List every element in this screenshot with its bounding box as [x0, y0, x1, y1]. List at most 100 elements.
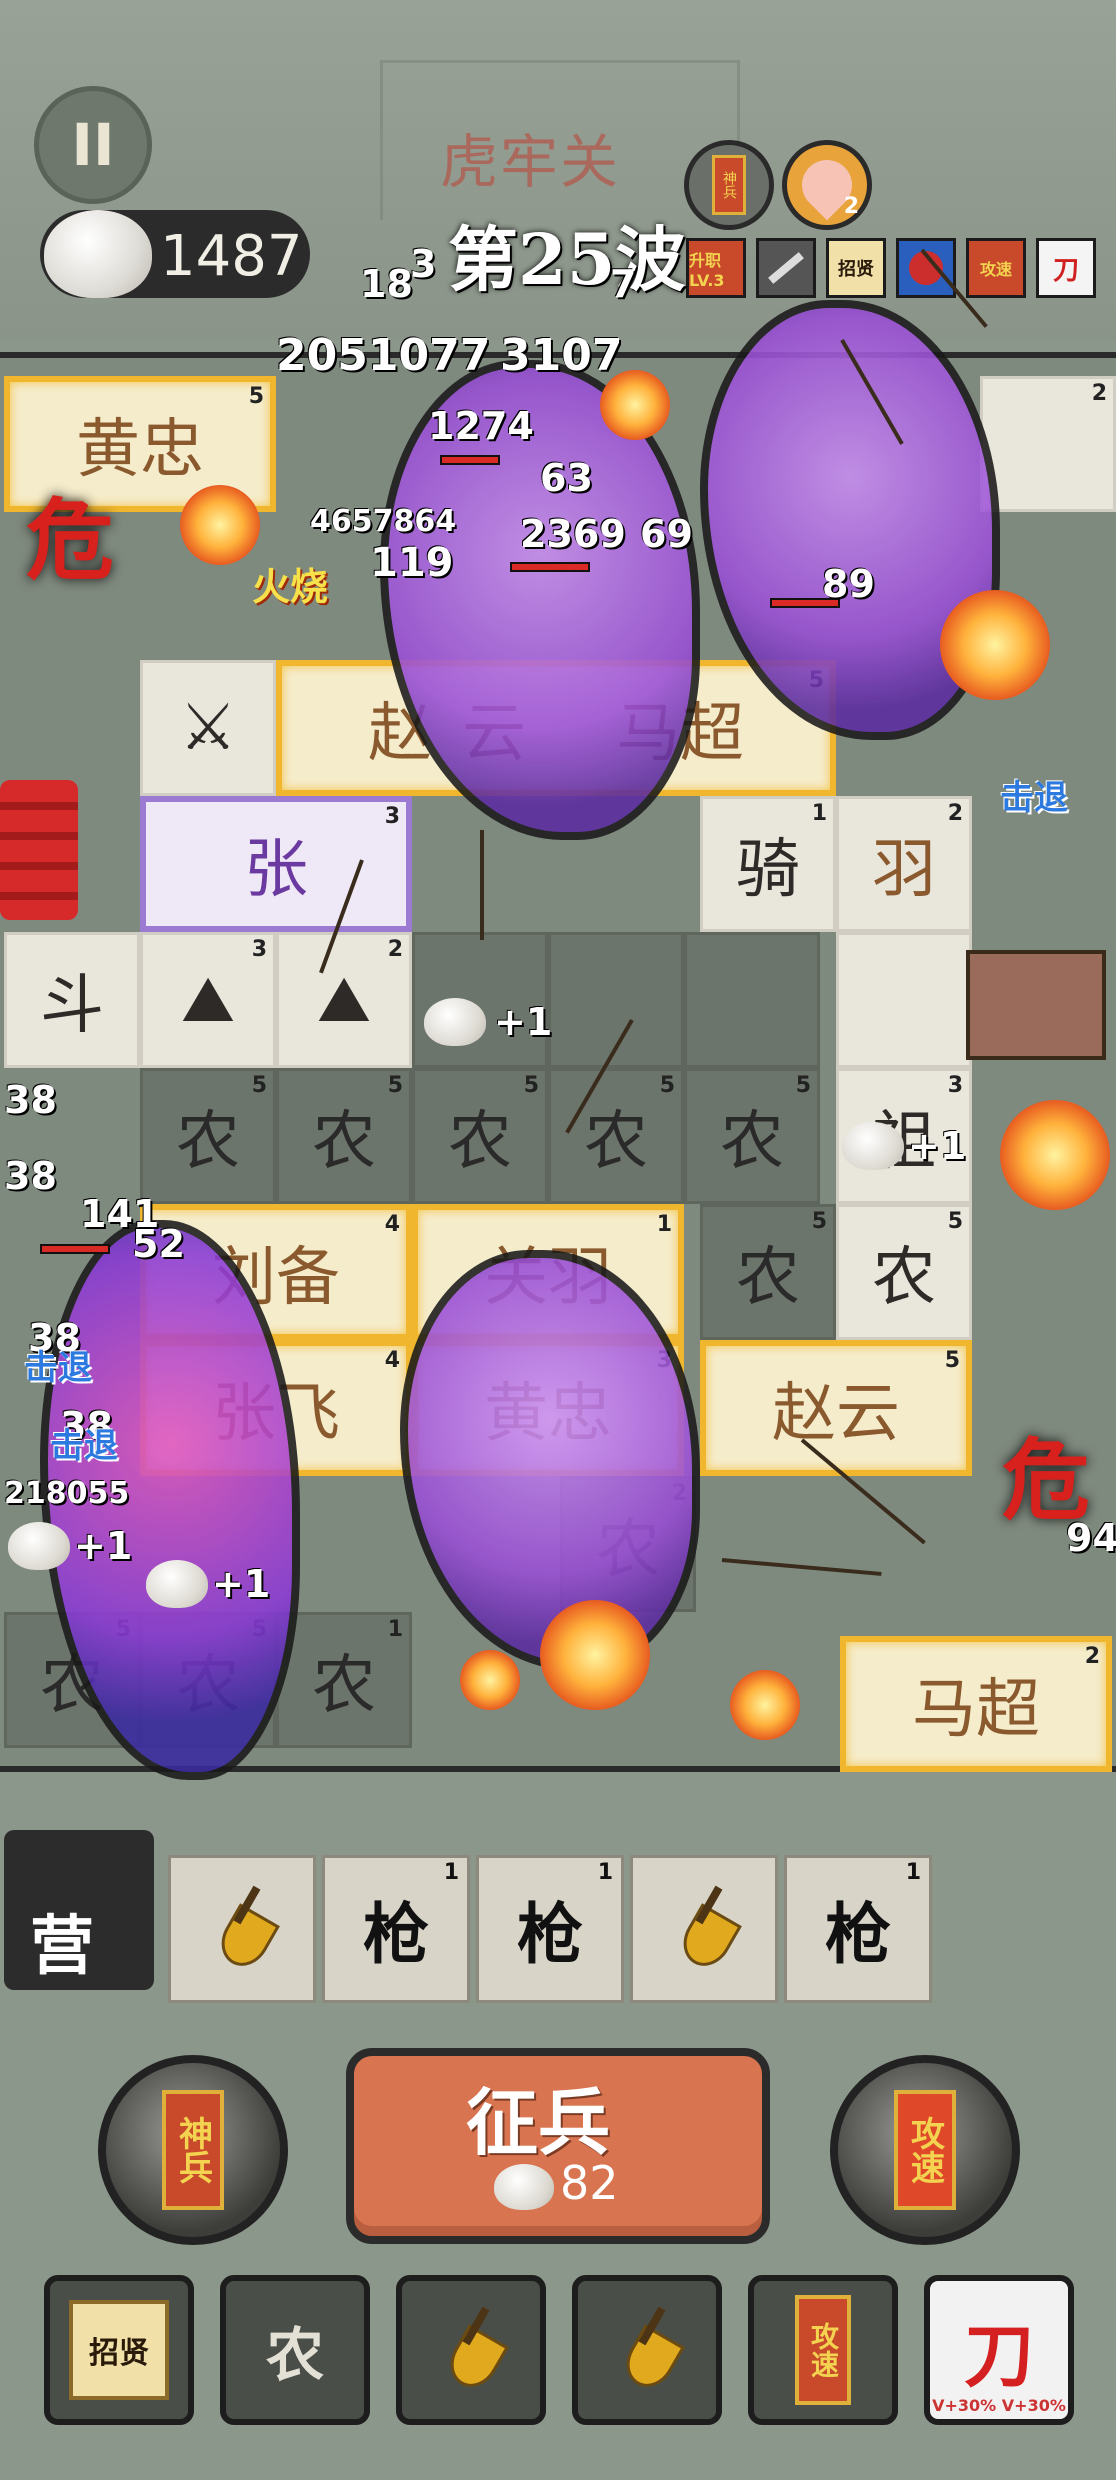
fire-orb [460, 1650, 520, 1710]
divine-weapon-scroll: 神兵 [162, 2090, 224, 2210]
farm-label: 农 [584, 1105, 648, 1179]
hero-card-zhang[interactable]: 张3 [140, 796, 412, 932]
skill-farm-button[interactable]: 农 [220, 2275, 370, 2425]
camp-label: 营 [30, 1909, 94, 1984]
buff-mask-icon [896, 238, 956, 298]
archer-card-2[interactable]: ⛰ 2 [276, 932, 412, 1068]
deck-slot-shovel[interactable] [168, 1855, 316, 2003]
arrow-projectile [480, 830, 484, 940]
divine-weapon-icon: 神兵 [712, 155, 746, 215]
hero-card-zhaoyun-2[interactable]: 赵云 5 [700, 1340, 972, 1476]
farm-card[interactable]: 农5 [700, 1204, 836, 1340]
pause-icon: II [71, 111, 115, 179]
steamed-bun-icon [44, 210, 152, 298]
hero-level: 2 [947, 801, 963, 826]
farm-card[interactable]: 农5 [276, 1068, 412, 1204]
hero-name: 张 [244, 833, 308, 907]
hero-card-yu[interactable]: 羽2 [836, 796, 972, 932]
hearts-crate-right [966, 950, 1106, 1060]
hero-name: 骑 [736, 833, 800, 907]
shovel-icon [675, 1889, 733, 1969]
bun-pickup-icon[interactable] [8, 1522, 70, 1570]
farm-card[interactable]: 农5 [548, 1068, 684, 1204]
farm-card[interactable]: 农5 [836, 1204, 972, 1340]
damage-number: 69 [640, 512, 693, 556]
farm-label: 农 [448, 1105, 512, 1179]
farm-card[interactable]: 农5 [684, 1068, 820, 1204]
blade-bonus: V+30% V+30% [932, 2396, 1066, 2415]
farm-card[interactable]: 农1 [276, 1612, 412, 1748]
skill-shovel-chest-button[interactable] [396, 2275, 546, 2425]
damage-number: 4657864 [310, 504, 457, 539]
skill-attack-speed-button[interactable]: 攻速 [748, 2275, 898, 2425]
damage-number: 52 [132, 1222, 185, 1266]
bun-pickup-amount: +1 [494, 1000, 553, 1044]
attack-speed-icon: 攻速 [795, 2295, 851, 2405]
hero-level: 3 [947, 1073, 963, 1098]
damage-number: 119 [370, 540, 454, 586]
shovel-icon [213, 1889, 271, 1969]
farm-level: 5 [523, 1073, 539, 1098]
buff-attack-speed: 攻速 [966, 238, 1026, 298]
empty-light-cell[interactable] [836, 932, 972, 1068]
archer-card-1[interactable]: ⛰ 3 [140, 932, 276, 1068]
hero-level: 1 [811, 801, 827, 826]
farm-level: 5 [795, 1073, 811, 1098]
farm-card[interactable]: 农5 [140, 1068, 276, 1204]
deck-slot-level: 1 [443, 1860, 459, 1885]
attack-speed-button[interactable]: 攻速 [830, 2055, 1020, 2245]
hero-card-cavalry[interactable]: 骑1 [700, 796, 836, 932]
damage-number: 18 [360, 262, 413, 306]
hero-card-machao-2[interactable]: 马超 2 [840, 1636, 1112, 1772]
hearts-stack-left [0, 780, 78, 920]
bun-pickup-icon[interactable] [424, 998, 486, 1046]
hero-level: 5 [248, 384, 264, 409]
coin-count: 1487 [160, 224, 303, 289]
hero-card-axe[interactable]: ⚔ [140, 660, 276, 796]
divine-weapon-button[interactable]: 神兵 [98, 2055, 288, 2245]
bun-pickup-amount: +1 [908, 1124, 967, 1168]
damage-number: 38 [4, 1078, 57, 1122]
empty-cell[interactable] [684, 932, 820, 1068]
farm-label: 农 [736, 1241, 800, 1315]
wave-indicator: 第25波 [448, 218, 686, 301]
damage-number: 3107 [500, 330, 623, 381]
deck-slot-shovel[interactable] [630, 1855, 778, 2003]
enemy-health-bar [40, 1244, 110, 1254]
skill-shovel-button[interactable] [572, 2275, 722, 2425]
hero-card-right-top[interactable]: 2 [980, 376, 1116, 512]
shovel-icon [618, 2310, 676, 2390]
deck-slot-label: 枪 [363, 1895, 429, 1973]
hero-card-dou[interactable]: 斗 [4, 932, 140, 1068]
buff-promotion: 升职 LV.3 [686, 238, 746, 298]
pause-button[interactable]: II [34, 86, 152, 204]
gate-title: 虎牢关 [440, 128, 621, 196]
bun-cost-icon [494, 2164, 554, 2210]
damage-number: 63 [540, 456, 593, 500]
deck-slot-spear[interactable]: 枪1 [322, 1855, 470, 2003]
enemy-health-bar [510, 562, 590, 572]
farm-level: 5 [251, 1073, 267, 1098]
peach-item[interactable]: 2 [782, 140, 872, 230]
buff-blade-icon [756, 238, 816, 298]
damage-number: 3 [410, 242, 437, 286]
deck-slot-spear[interactable]: 枪1 [784, 1855, 932, 2003]
hero-level: 4 [384, 1212, 400, 1237]
deck-slot-spear[interactable]: 枪1 [476, 1855, 624, 2003]
farm-label: 农 [312, 1105, 376, 1179]
farm-label: 农 [720, 1105, 784, 1179]
knockback-label: 击退 [1000, 778, 1068, 818]
bun-pickup-icon[interactable] [146, 1560, 208, 1608]
divine-weapon-item[interactable]: 神兵 [684, 140, 774, 230]
farm-card[interactable]: 农5 [412, 1068, 548, 1204]
skill-blade-button[interactable]: 刀 V+30% V+30% [924, 2275, 1074, 2425]
bun-pickup-icon[interactable] [842, 1122, 904, 1170]
fire-orb [180, 485, 260, 565]
hero-level: 3 [384, 804, 400, 829]
bun-pickup-amount: +1 [212, 1562, 271, 1606]
farm-icon: 农 [265, 2321, 324, 2389]
hero-name: 羽 [872, 833, 936, 907]
farm-level: 5 [811, 1209, 827, 1234]
skill-recruit-button[interactable]: 招贤 [44, 2275, 194, 2425]
fire-orb [940, 590, 1050, 700]
